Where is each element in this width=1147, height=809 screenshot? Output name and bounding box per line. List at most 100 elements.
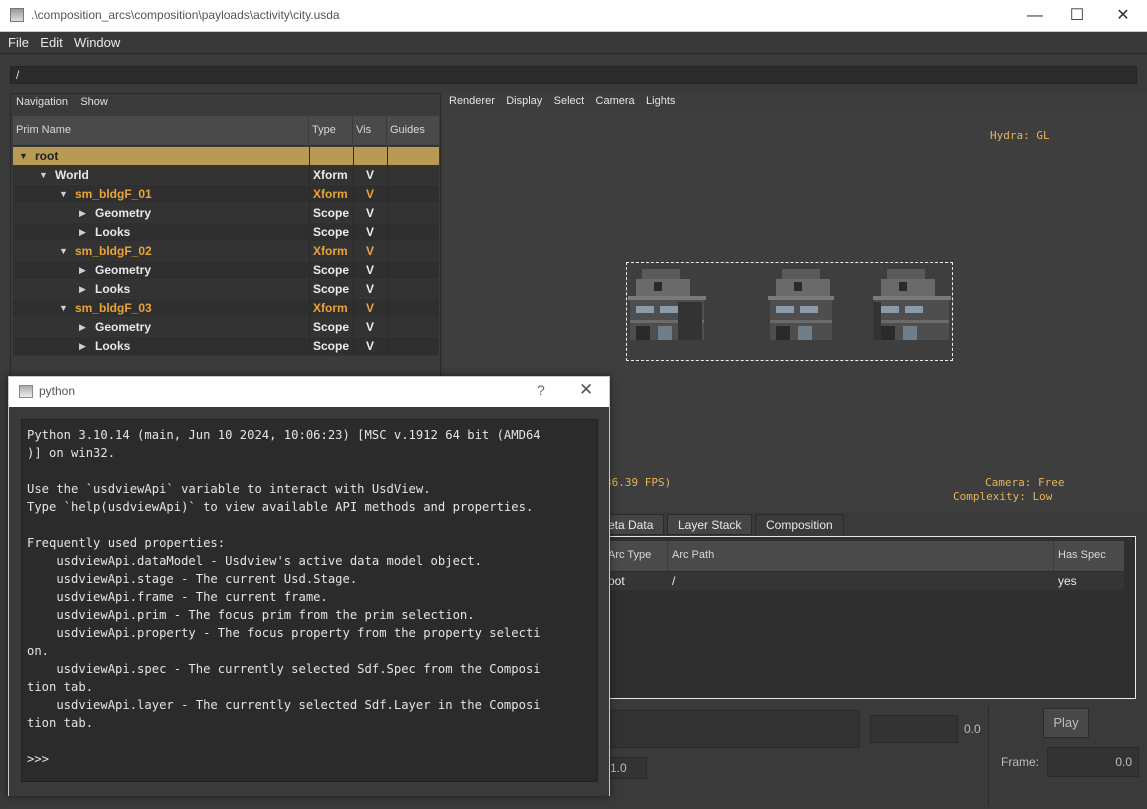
menu-navigation[interactable]: Navigation (16, 94, 68, 110)
prim-guides-toggle[interactable] (387, 280, 439, 299)
cell-arc-path: / (672, 574, 676, 588)
expand-right-icon[interactable]: ▶ (79, 223, 91, 242)
expand-down-icon[interactable]: ▼ (59, 299, 71, 318)
range-start-field[interactable] (870, 715, 958, 743)
prim-guides-toggle[interactable] (387, 242, 439, 261)
prim-visibility-toggle[interactable]: V (353, 166, 387, 185)
prim-row[interactable]: ▶ Geometry Scope V (13, 318, 439, 337)
console-line: usdviewApi.property - The focus property… (27, 626, 541, 640)
prim-guides-toggle[interactable] (387, 166, 439, 185)
renderer-hud: Hydra: GL (990, 129, 1050, 142)
python-close-button[interactable]: ✕ (579, 380, 593, 400)
prim-guides-toggle[interactable] (387, 223, 439, 242)
frame-slider[interactable] (607, 710, 860, 748)
console-line: )] on win32. (27, 446, 116, 460)
table-row[interactable]: oot / yes (604, 572, 1124, 590)
console-line: Frequently used properties: (27, 536, 226, 550)
prim-row[interactable]: ▼ World Xform V (13, 166, 439, 185)
prim-visibility-toggle[interactable]: V (353, 242, 387, 261)
expand-right-icon[interactable]: ▶ (79, 337, 91, 356)
prim-row[interactable]: ▶ Looks Scope V (13, 223, 439, 242)
console-line: >>> (27, 752, 50, 766)
divider (988, 706, 989, 806)
prim-row[interactable]: ▼ sm_bldgF_03 Xform V (13, 299, 439, 318)
prim-guides-toggle[interactable] (387, 185, 439, 204)
minimize-button[interactable]: — (1012, 0, 1058, 31)
col-guides[interactable]: Guides (387, 116, 439, 146)
viewport-toolbar: Renderer Display Select Camera Lights (443, 93, 1147, 111)
menu-renderer[interactable]: Renderer (449, 93, 495, 110)
expand-down-icon[interactable]: ▼ (39, 166, 51, 185)
cell-has-spec: yes (1058, 574, 1077, 588)
prim-guides-toggle[interactable] (387, 318, 439, 337)
expand-down-icon[interactable]: ▼ (59, 242, 71, 261)
window-title: .\composition_arcs\composition\payloads\… (31, 8, 340, 22)
prim-guides-toggle[interactable] (387, 204, 439, 223)
close-button[interactable]: ✕ (1100, 0, 1146, 31)
col-arc-path[interactable]: Arc Path (668, 541, 1054, 571)
camera-hud: Camera: Free (985, 476, 1065, 489)
prim-row[interactable]: ▶ Geometry Scope V (13, 261, 439, 280)
prim-guides-toggle[interactable] (387, 299, 439, 318)
menu-edit[interactable]: Edit (36, 32, 66, 50)
prim-guides-toggle[interactable] (387, 337, 439, 356)
prim-visibility-toggle[interactable] (353, 147, 387, 166)
menu-camera[interactable]: Camera (596, 93, 635, 110)
col-has-spec[interactable]: Has Spec (1054, 541, 1124, 571)
expand-right-icon[interactable]: ▶ (79, 318, 91, 337)
python-window-icon (19, 385, 33, 398)
tab-meta-data[interactable]: eta Data (603, 514, 665, 535)
expand-right-icon[interactable]: ▶ (79, 280, 91, 299)
prim-name: sm_bldgF_02 (75, 244, 152, 258)
prim-visibility-toggle[interactable]: V (353, 299, 387, 318)
prim-row[interactable]: ▼ root (13, 147, 439, 166)
menu-file[interactable]: File (0, 32, 33, 50)
prim-visibility-toggle[interactable]: V (353, 280, 387, 299)
menu-display[interactable]: Display (506, 93, 542, 110)
play-button[interactable]: Play (1043, 708, 1089, 738)
tab-composition[interactable]: Composition (755, 514, 844, 535)
python-console[interactable]: Python 3.10.14 (main, Jun 10 2024, 10:06… (21, 419, 598, 782)
expand-down-icon[interactable]: ▼ (19, 147, 31, 166)
prim-path-field[interactable]: / (10, 66, 1137, 84)
prim-browser-panel: Navigation Show Prim Name Type Vis Guide… (10, 93, 441, 383)
menu-select[interactable]: Select (554, 93, 585, 110)
tab-layer-stack[interactable]: Layer Stack (667, 514, 753, 535)
prim-visibility-toggle[interactable]: V (353, 261, 387, 280)
console-line: Use the `usdviewApi` variable to interac… (27, 482, 431, 496)
col-vis[interactable]: Vis (353, 116, 387, 146)
col-arc-type[interactable]: Arc Type (604, 541, 668, 571)
expand-right-icon[interactable]: ▶ (79, 261, 91, 280)
prim-guides-toggle[interactable] (387, 261, 439, 280)
prim-visibility-toggle[interactable]: V (353, 337, 387, 356)
prim-visibility-toggle[interactable]: V (353, 318, 387, 337)
expand-right-icon[interactable]: ▶ (79, 204, 91, 223)
maximize-button[interactable]: ☐ (1054, 0, 1100, 31)
col-type[interactable]: Type (309, 116, 353, 146)
expand-down-icon[interactable]: ▼ (59, 185, 71, 204)
prim-visibility-toggle[interactable]: V (353, 204, 387, 223)
col-prim-name[interactable]: Prim Name (13, 116, 309, 146)
prim-name: Geometry (95, 320, 152, 334)
prim-row[interactable]: ▶ Looks Scope V (13, 280, 439, 299)
menu-show[interactable]: Show (80, 94, 108, 110)
prim-row[interactable]: ▶ Looks Scope V (13, 337, 439, 356)
prim-row[interactable]: ▼ sm_bldgF_02 Xform V (13, 242, 439, 261)
frame-field[interactable]: 0.0 (1047, 747, 1139, 777)
prim-type: Xform (309, 166, 353, 185)
prim-visibility-toggle[interactable]: V (353, 223, 387, 242)
menu-window[interactable]: Window (70, 32, 124, 50)
prim-name: Geometry (95, 206, 152, 220)
prim-row[interactable]: ▼ sm_bldgF_01 Xform V (13, 185, 439, 204)
prim-name: sm_bldgF_03 (75, 301, 152, 315)
building-1 (628, 269, 706, 340)
step-field[interactable]: 1.0 (607, 757, 647, 779)
prim-row[interactable]: ▶ Geometry Scope V (13, 204, 439, 223)
console-line: usdviewApi.stage - The current Usd.Stage… (27, 572, 358, 586)
prim-guides-toggle[interactable] (387, 147, 439, 166)
prim-visibility-toggle[interactable]: V (353, 185, 387, 204)
help-button[interactable]: ? (537, 382, 545, 398)
menu-lights[interactable]: Lights (646, 93, 675, 110)
composition-header: Arc Type Arc Path Has Spec (604, 541, 1124, 571)
